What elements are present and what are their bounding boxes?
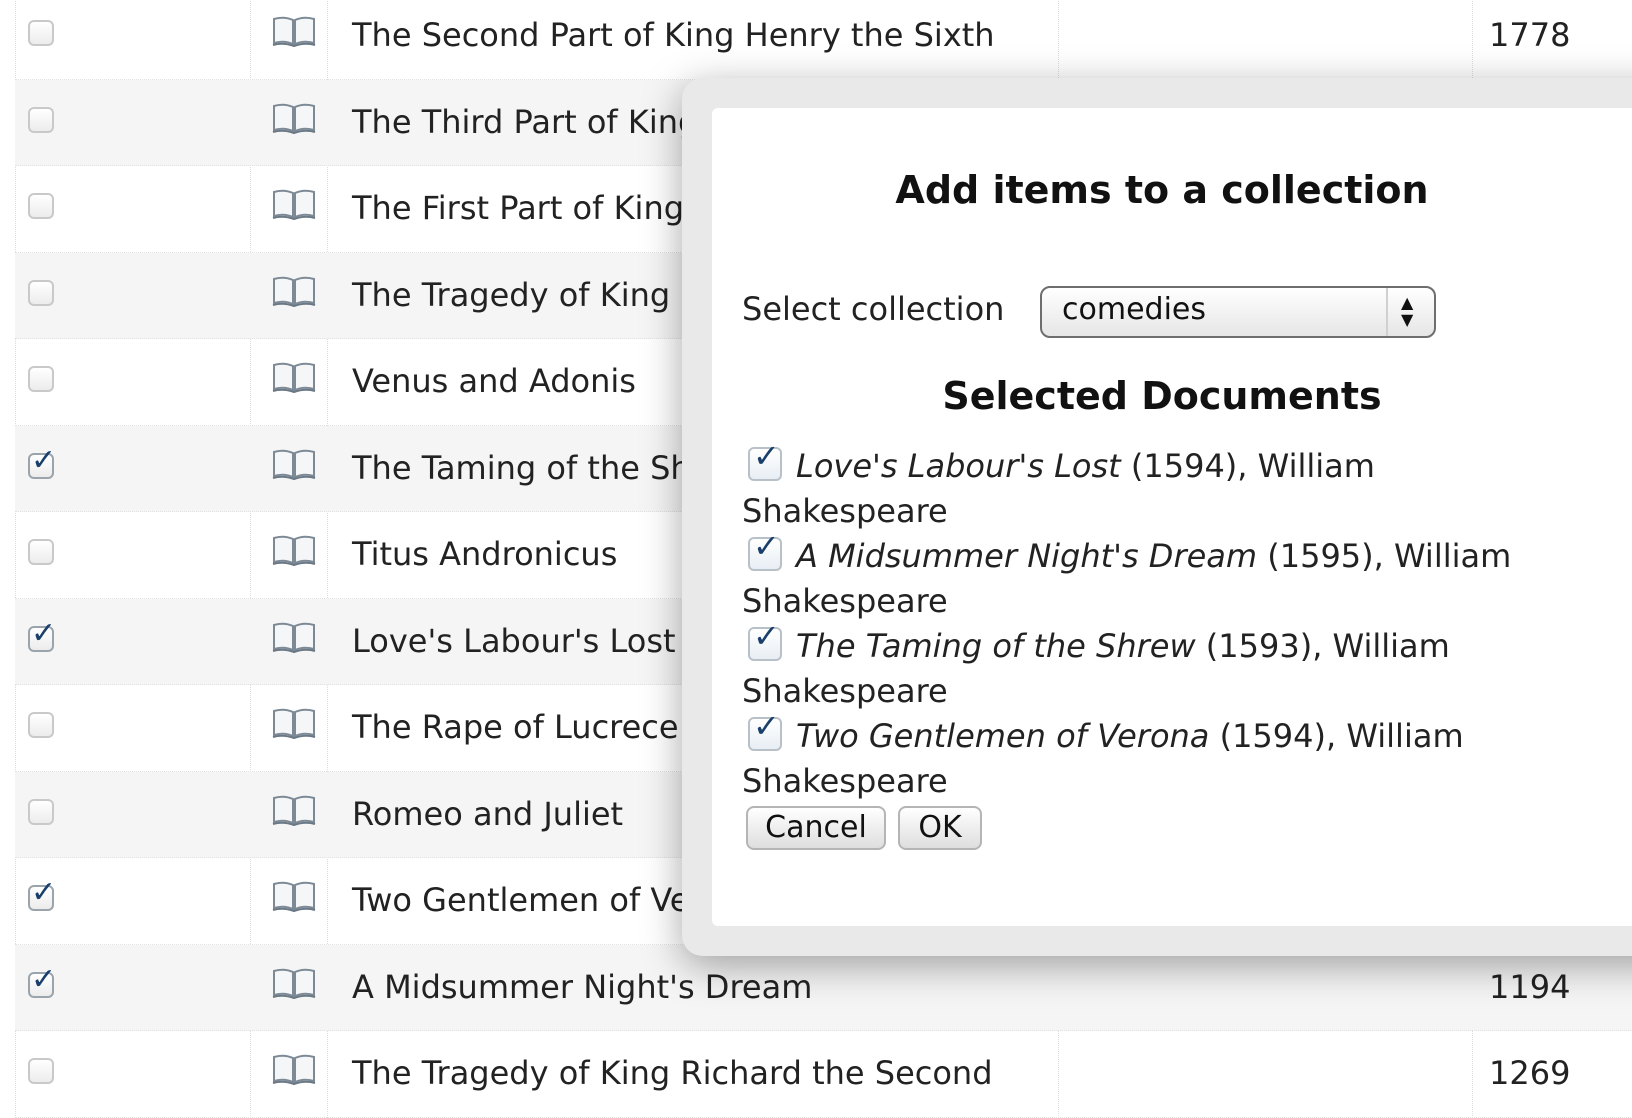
selected-document-item: ✓ Two Gentlemen of Verona (1594), William — [742, 709, 1632, 759]
cancel-button[interactable]: Cancel — [746, 806, 886, 850]
row-title[interactable]: The Tragedy of King Richard the Second — [352, 1053, 993, 1093]
add-to-collection-dialog: Add items to a collection Select collect… — [712, 108, 1632, 926]
document-title: The Taming of the Shrew — [796, 627, 1196, 665]
open-book-icon[interactable] — [271, 15, 317, 48]
row-checkbox[interactable] — [28, 798, 54, 825]
checkmark-icon: ✓ — [31, 875, 57, 910]
checkmark-icon: ✓ — [753, 527, 780, 565]
row-checkbox[interactable]: ✓ — [28, 445, 56, 479]
document-checkbox[interactable]: ✓ — [748, 439, 782, 481]
document-title: A Midsummer Night's Dream — [796, 537, 1258, 575]
open-book-icon[interactable] — [271, 794, 317, 826]
open-book-icon[interactable] — [271, 967, 317, 999]
selected-documents-heading: Selected Documents — [942, 374, 1382, 418]
row-checkbox[interactable] — [28, 1058, 54, 1084]
checkmark-icon: ✓ — [753, 617, 780, 655]
document-author-first: , William — [1325, 717, 1464, 755]
selected-document-item: ✓ A Midsummer Night's Dream (1595), Willi… — [742, 529, 1632, 579]
row-checkbox[interactable] — [28, 712, 54, 738]
row-checkbox[interactable] — [28, 539, 54, 565]
row-checkbox[interactable]: ✓ — [28, 878, 56, 911]
open-book-icon[interactable] — [271, 1053, 317, 1086]
open-book-icon[interactable] — [271, 102, 317, 134]
table-row[interactable]: The Second Part of King Henry the Sixth 1… — [15, 0, 1632, 80]
document-author-first: , William — [1312, 627, 1450, 665]
document-title: Love's Labour's Lost — [796, 447, 1121, 485]
select-collection-label: Select collection — [742, 290, 1005, 328]
checkmark-icon: ✓ — [753, 707, 780, 745]
row-number: 1194 — [1489, 967, 1571, 1006]
document-year: (1595) — [1267, 537, 1374, 575]
document-checkbox[interactable]: ✓ — [748, 529, 782, 571]
collection-select-value: comedies — [1062, 292, 1206, 327]
collection-select[interactable]: comedies ▲ ▼ — [1040, 286, 1436, 338]
open-book-icon[interactable] — [271, 534, 317, 567]
selected-document-item: ✓ Love's Labour's Lost (1594), William — [742, 439, 1632, 489]
document-author-last: Shakespeare — [742, 672, 948, 710]
open-book-icon[interactable] — [271, 361, 317, 394]
open-book-icon[interactable] — [271, 448, 317, 480]
open-book-icon[interactable] — [271, 275, 317, 307]
row-title[interactable]: Two Gentlemen of Verona — [352, 880, 761, 920]
row-checkbox[interactable]: ✓ — [28, 618, 56, 652]
row-title[interactable]: The Rape of Lucrece — [352, 707, 679, 747]
row-checkbox[interactable] — [28, 366, 54, 392]
row-title[interactable]: The Taming of the Shrew — [352, 448, 749, 488]
selected-document-item: ✓ The Taming of the Shrew (1593), William — [742, 619, 1632, 669]
document-year: (1594) — [1219, 717, 1326, 755]
table-row[interactable]: ✓ A Midsummer Night's Dream 1194 — [15, 944, 1632, 1031]
row-title[interactable]: A Midsummer Night's Dream — [352, 967, 812, 1007]
dialog-title: Add items to a collection — [895, 168, 1429, 212]
checkmark-icon: ✓ — [753, 437, 780, 475]
row-checkbox[interactable] — [28, 193, 54, 219]
open-book-icon[interactable] — [271, 188, 317, 221]
document-year: (1594) — [1130, 447, 1238, 485]
ok-button[interactable]: OK — [898, 806, 982, 850]
row-checkbox[interactable] — [28, 279, 54, 306]
open-book-icon[interactable] — [271, 707, 317, 740]
table-row[interactable]: The Tragedy of King Richard the Second 12… — [15, 1031, 1632, 1118]
document-author-first: , William — [1373, 537, 1512, 575]
row-checkbox[interactable]: ✓ — [28, 964, 56, 998]
document-checkbox[interactable]: ✓ — [748, 619, 782, 661]
document-author-last: Shakespeare — [742, 492, 948, 530]
document-title: Two Gentlemen of Verona — [796, 717, 1210, 755]
document-author-last: Shakespeare — [742, 582, 948, 620]
selected-documents-list: ✓ Love's Labour's Lost (1594), William Sha… — [742, 439, 1632, 804]
row-checkbox[interactable] — [28, 106, 54, 133]
checkmark-icon: ✓ — [31, 442, 57, 478]
document-author-first: , William — [1237, 447, 1375, 485]
row-title[interactable]: Venus and Adonis — [352, 361, 636, 401]
open-book-icon[interactable] — [271, 880, 317, 913]
document-year: (1593) — [1205, 627, 1313, 665]
row-title[interactable]: Titus Andronicus — [352, 534, 617, 574]
row-number: 1269 — [1489, 1054, 1571, 1092]
checkmark-icon: ✓ — [31, 961, 57, 997]
row-title[interactable]: Love's Labour's Lost — [352, 621, 676, 661]
open-book-icon[interactable] — [271, 621, 317, 653]
checkmark-icon: ✓ — [31, 615, 57, 651]
row-title[interactable]: The Second Part of King Henry the Sixth — [352, 15, 995, 55]
row-title[interactable]: Romeo and Juliet — [352, 794, 623, 834]
row-number: 1778 — [1489, 16, 1571, 54]
document-checkbox[interactable]: ✓ — [748, 709, 782, 751]
select-updown-icon: ▲ ▼ — [1386, 288, 1434, 336]
document-author-last: Shakespeare — [742, 762, 948, 800]
row-checkbox[interactable] — [28, 20, 54, 46]
